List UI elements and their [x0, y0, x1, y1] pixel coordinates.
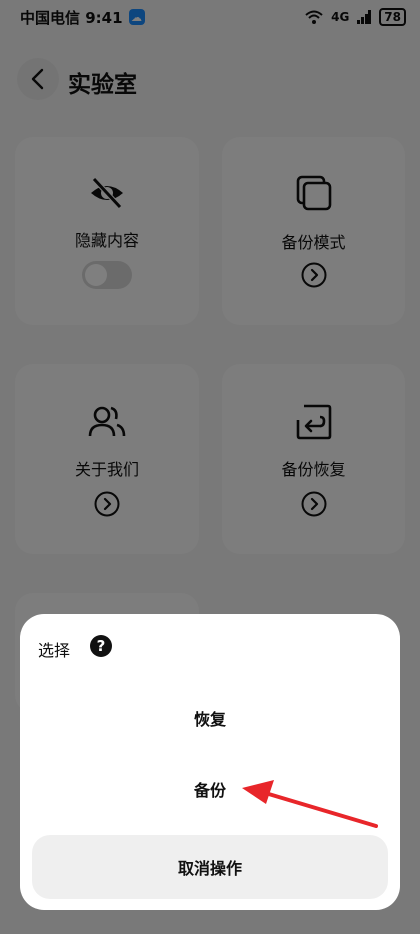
cancel-button[interactable]: 取消操作 [32, 835, 388, 899]
help-icon[interactable]: ? [90, 635, 112, 657]
dialog-title: 选择 [38, 641, 71, 660]
annotation-arrow-icon [242, 780, 378, 828]
choice-dialog: 选择 ? 恢复 备份 取消操作 [20, 614, 400, 910]
restore-option[interactable]: 恢复 [20, 706, 400, 730]
